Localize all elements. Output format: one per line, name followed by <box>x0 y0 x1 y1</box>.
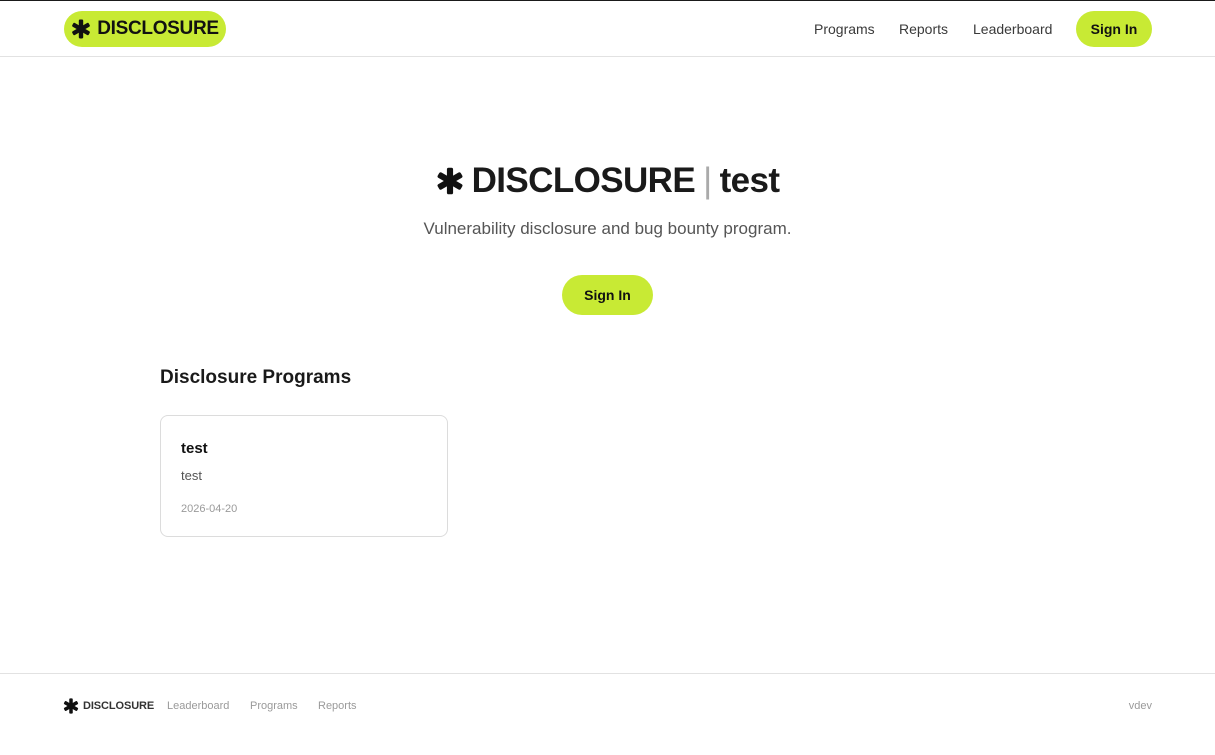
hero-separator: | <box>703 161 712 200</box>
nav-programs-link[interactable]: Programs <box>814 21 875 37</box>
program-description: test <box>181 468 202 483</box>
brand-name: DISCLOSURE <box>97 18 219 39</box>
nav-leaderboard-link[interactable]: Leaderboard <box>973 21 1052 37</box>
version-label: vdev <box>1128 700 1152 712</box>
hero-subtitle: Vulnerability disclosure and bug bounty … <box>423 219 792 238</box>
hero-sign-in-button[interactable]: Sign In <box>562 275 653 315</box>
footer-leaderboard-link[interactable]: Leaderboard <box>167 700 229 712</box>
footer-reports-link[interactable]: Reports <box>318 700 357 712</box>
hero-brand: DISCLOSURE <box>471 161 696 200</box>
nav-reports-link[interactable]: Reports <box>899 21 948 37</box>
hero-title: DISCLOSURE | test <box>0 161 1215 201</box>
brand-logo-link[interactable]: DISCLOSURE <box>64 11 226 47</box>
footer-programs-link[interactable]: Programs <box>250 700 298 712</box>
program-card[interactable]: test test 2026-04-20 <box>160 415 448 537</box>
program-name: test <box>181 440 208 457</box>
footer-brand-name: DISCLOSURE <box>83 700 155 712</box>
program-date: 2026-04-20 <box>181 503 238 515</box>
asterisk-logo-icon <box>437 167 463 195</box>
footer: DISCLOSURE Leaderboard Programs Reports … <box>0 673 1215 755</box>
hero-org-name: test <box>719 161 780 200</box>
header-sign-in-button[interactable]: Sign In <box>1076 11 1152 47</box>
top-navbar: DISCLOSURE Programs Reports Leaderboard … <box>0 1 1215 57</box>
asterisk-logo-icon <box>63 698 79 714</box>
footer-brand-link[interactable]: DISCLOSURE <box>63 698 154 714</box>
programs-section-title: Disclosure Programs <box>160 367 352 388</box>
asterisk-logo-icon <box>72 19 91 39</box>
